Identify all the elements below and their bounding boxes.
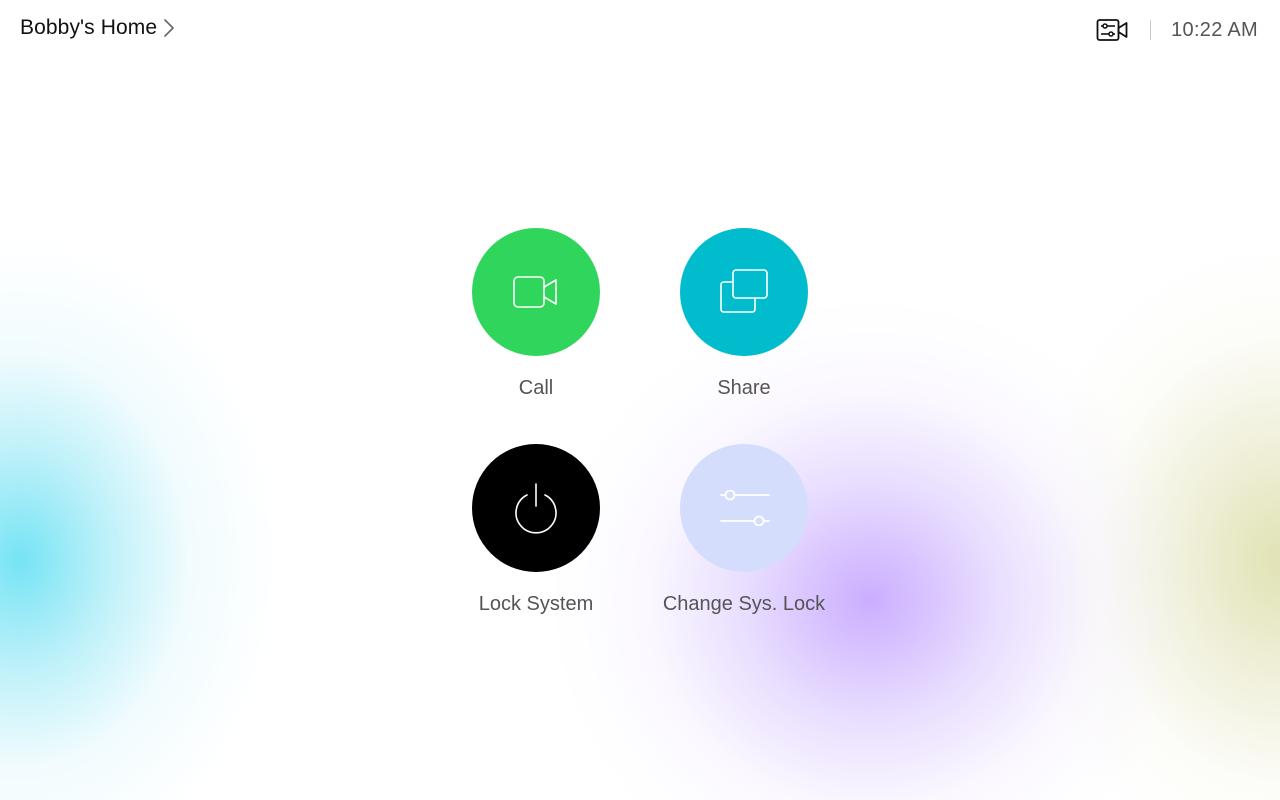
header-status-area: 10:22 AM	[1095, 14, 1258, 46]
change-sys-lock-label: Change Sys. Lock	[662, 593, 826, 615]
lock-system-button[interactable]: Lock System	[432, 444, 640, 616]
home-actions-grid: Call Share Lock System Change Sys. Lock	[432, 228, 848, 628]
room-name-button[interactable]: Bobby's Home	[20, 16, 175, 40]
header-divider	[1150, 20, 1152, 40]
power-icon	[515, 483, 557, 534]
share-screen-icon	[720, 269, 768, 313]
camera-controls-icon	[1096, 19, 1128, 41]
lock-system-label: Lock System	[478, 593, 594, 615]
lock-system-circle	[472, 444, 600, 572]
call-label: Call	[518, 377, 554, 399]
call-button[interactable]: Call	[432, 228, 640, 400]
room-name: Bobby's Home	[20, 16, 158, 39]
camera-controls-button[interactable]	[1095, 16, 1129, 44]
change-sys-lock-circle	[680, 444, 808, 572]
video-camera-icon	[513, 276, 557, 308]
change-sys-lock-button[interactable]: Change Sys. Lock	[640, 444, 848, 616]
sliders-icon	[720, 490, 770, 526]
call-circle	[472, 228, 600, 356]
share-label: Share	[717, 377, 771, 399]
share-button[interactable]: Share	[640, 228, 848, 400]
clock: 10:22 AM	[1171, 18, 1258, 41]
chevron-right-icon	[163, 18, 175, 38]
share-circle	[680, 228, 808, 356]
